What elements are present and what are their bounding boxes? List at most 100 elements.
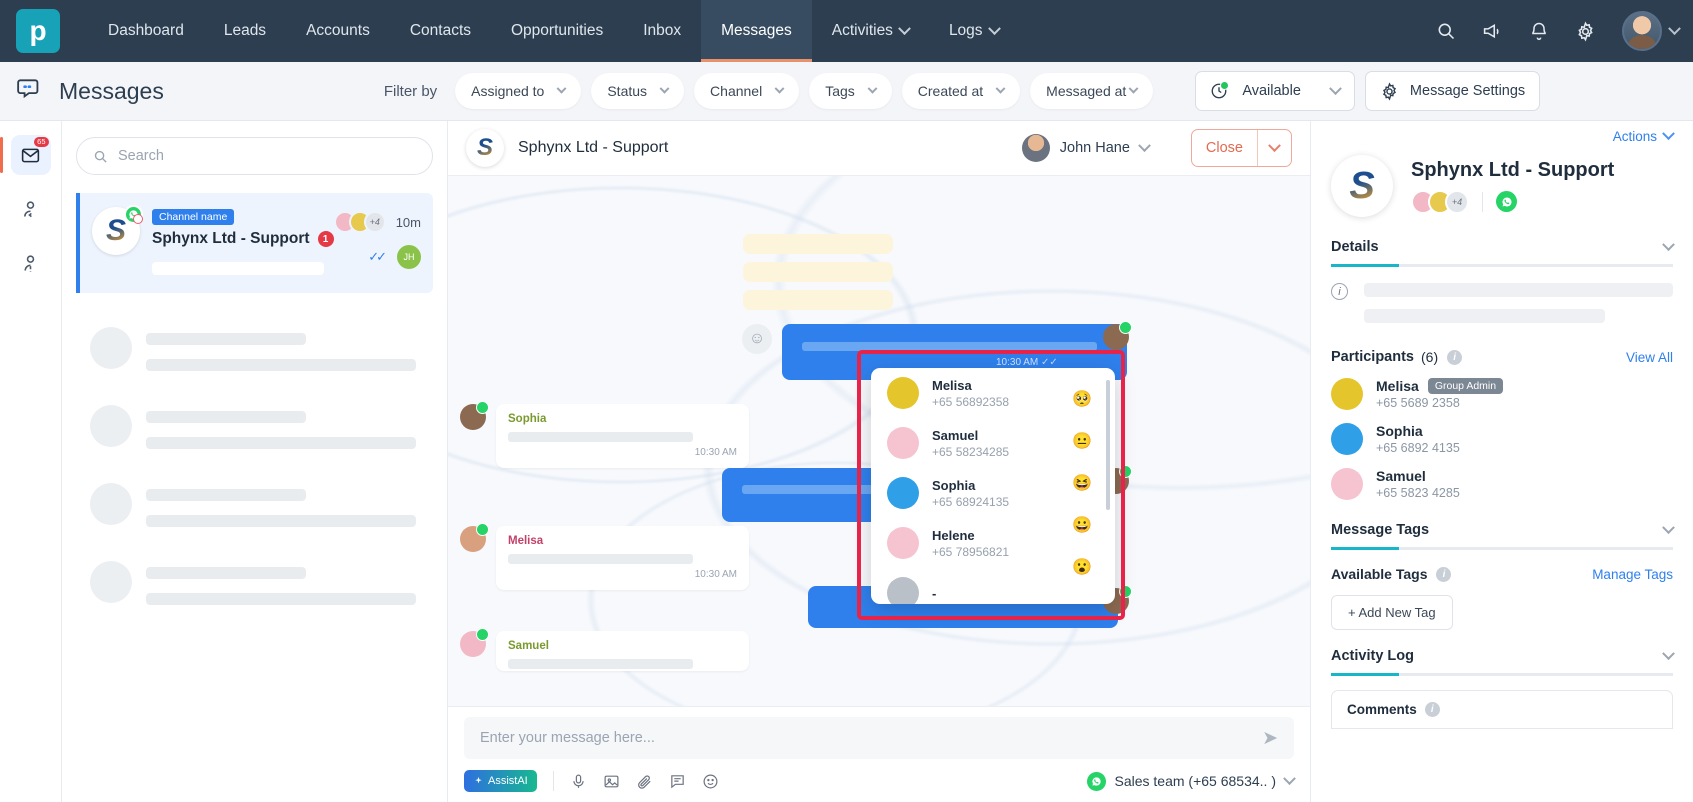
- message-input[interactable]: Enter your message here... ➤: [464, 717, 1294, 759]
- nav-item-inbox[interactable]: Inbox: [623, 0, 701, 62]
- emoji-icon[interactable]: [702, 773, 719, 790]
- filter-label: Tags: [825, 83, 855, 99]
- filter-status[interactable]: Status: [591, 73, 685, 109]
- user-avatar-menu[interactable]: [1622, 11, 1681, 51]
- icon-rail: 65: [0, 121, 62, 802]
- nav-item-logs[interactable]: Logs: [929, 0, 1019, 62]
- conversation-title-text: Sphynx Ltd - Support: [152, 230, 310, 247]
- chevron-down-icon: [774, 83, 785, 94]
- message-bubble: Sophia 10:30 AM: [496, 404, 749, 468]
- list-item[interactable]: [76, 483, 433, 527]
- organization-avatar: S: [1331, 155, 1393, 217]
- group-admin-badge: Group Admin: [1427, 378, 1504, 394]
- chevron-down-icon: [659, 83, 670, 94]
- sender-account-label: Sales team (+65 68534.. ): [1114, 773, 1277, 789]
- nav-item-accounts[interactable]: Accounts: [286, 0, 390, 62]
- chat-panel: S Sphynx Ltd - Support John Hane Close ☺…: [448, 121, 1310, 802]
- participant-avatar-stack[interactable]: +4: [1411, 189, 1469, 214]
- rail-item-assigned[interactable]: [11, 189, 51, 229]
- filter-assigned-to[interactable]: Assigned to: [455, 73, 582, 109]
- filter-channel[interactable]: Channel: [694, 73, 800, 109]
- chevron-down-icon[interactable]: [1258, 138, 1291, 153]
- rail-item-inbox[interactable]: 65: [0, 135, 51, 175]
- panel-header: S Sphynx Ltd - Support +4: [1331, 155, 1673, 217]
- nav-item-messages[interactable]: Messages: [701, 0, 812, 62]
- participant-row[interactable]: Sophia +65 6892 4135: [1331, 423, 1673, 455]
- send-button[interactable]: ➤: [1262, 727, 1278, 750]
- assigned-to-me-icon: [24, 200, 35, 217]
- close-label: Close: [1205, 140, 1243, 156]
- sender-avatar: [460, 523, 489, 552]
- message-settings-button[interactable]: Message Settings: [1364, 71, 1541, 111]
- participant-row[interactable]: Samuel +65 5823 4285: [1331, 468, 1673, 500]
- image-icon[interactable]: [603, 773, 620, 790]
- attachment-icon[interactable]: [636, 773, 653, 790]
- agent-avatar: JH: [397, 245, 421, 269]
- app-logo-icon[interactable]: p: [16, 9, 60, 53]
- nav-item-leads[interactable]: Leads: [204, 0, 286, 62]
- manage-tags-link[interactable]: Manage Tags: [1592, 567, 1673, 582]
- chevron-down-icon: [987, 21, 1001, 35]
- ghost-bubble: [743, 290, 893, 310]
- participant-name-row: Sophia: [1376, 423, 1460, 439]
- nav-label: Accounts: [306, 22, 370, 39]
- search-input[interactable]: Search: [76, 137, 433, 175]
- nav-item-dashboard[interactable]: Dashboard: [88, 0, 204, 62]
- sphynx-logo-icon: S: [105, 214, 126, 247]
- info-icon[interactable]: i: [1436, 566, 1452, 582]
- nav-item-contacts[interactable]: Contacts: [390, 0, 491, 62]
- list-item[interactable]: [76, 327, 433, 371]
- conversation-item-selected[interactable]: S Channel name Sphynx Ltd - Support 1 +4…: [76, 193, 433, 293]
- emoji-icon[interactable]: ☺: [742, 324, 772, 354]
- add-new-tag-button[interactable]: + Add New Tag: [1331, 595, 1453, 630]
- filter-created-at[interactable]: Created at: [901, 73, 1021, 109]
- participants-count: (6): [1421, 349, 1439, 365]
- assignee-dropdown[interactable]: John Hane: [1021, 134, 1151, 162]
- template-icon[interactable]: [669, 773, 686, 790]
- bell-icon[interactable]: [1529, 21, 1549, 41]
- close-conversation-button[interactable]: Close: [1190, 129, 1292, 167]
- sender-account-dropdown[interactable]: Sales team (+65 68534.. ): [1086, 771, 1296, 791]
- announcement-icon[interactable]: [1482, 21, 1503, 42]
- avatar-placeholder: [90, 405, 132, 447]
- placeholder-line: [146, 333, 306, 345]
- chevron-down-icon: [1662, 646, 1675, 660]
- filter-messaged-at[interactable]: Messaged at: [1030, 73, 1154, 109]
- filter-by-label: Filter by: [383, 82, 438, 100]
- rail-badge: 65: [34, 137, 49, 148]
- availability-dropdown[interactable]: Available: [1195, 71, 1355, 111]
- nav-item-opportunities[interactable]: Opportunities: [491, 0, 623, 62]
- divider: [1482, 191, 1483, 212]
- section-underline: [1331, 547, 1673, 550]
- list-item[interactable]: [76, 561, 433, 605]
- search-icon[interactable]: [1436, 21, 1456, 41]
- info-icon[interactable]: i: [1424, 702, 1440, 717]
- rail-item-unassigned[interactable]: [11, 243, 51, 283]
- view-all-link[interactable]: View All: [1626, 350, 1673, 365]
- gear-icon[interactable]: [1575, 20, 1596, 42]
- details-section-header[interactable]: Details: [1331, 237, 1675, 255]
- filter-tags[interactable]: Tags: [809, 73, 892, 109]
- info-icon: i: [1331, 283, 1348, 300]
- panel-title: Sphynx Ltd - Support: [1411, 158, 1615, 181]
- available-tags-header: Available Tags i Manage Tags: [1331, 566, 1673, 582]
- participant-info: Sophia +65 6892 4135: [1376, 423, 1460, 455]
- participant-row[interactable]: Melisa Group Admin +65 5689 2358: [1331, 378, 1673, 410]
- comments-box[interactable]: Comments i: [1331, 690, 1673, 729]
- activity-log-section-header[interactable]: Activity Log: [1331, 646, 1675, 664]
- actions-dropdown[interactable]: Actions: [1613, 127, 1675, 144]
- conversation-avatar: S: [92, 205, 143, 255]
- inbox-mail-icon: [21, 148, 40, 162]
- list-item[interactable]: [76, 405, 433, 449]
- filter-label: Channel: [710, 83, 763, 99]
- microphone-icon[interactable]: [570, 773, 587, 790]
- message-skeleton: [508, 659, 693, 669]
- nav-item-activities[interactable]: Activities: [812, 0, 929, 62]
- message-tags-section-header[interactable]: Message Tags: [1331, 520, 1675, 538]
- channel-name-badge: Channel name: [152, 209, 235, 225]
- filter-label: Assigned to: [471, 83, 545, 99]
- info-icon[interactable]: i: [1447, 349, 1463, 365]
- placeholder-line: [146, 515, 416, 527]
- assist-ai-button[interactable]: AssistAI: [464, 770, 537, 792]
- avatar: [1021, 134, 1050, 162]
